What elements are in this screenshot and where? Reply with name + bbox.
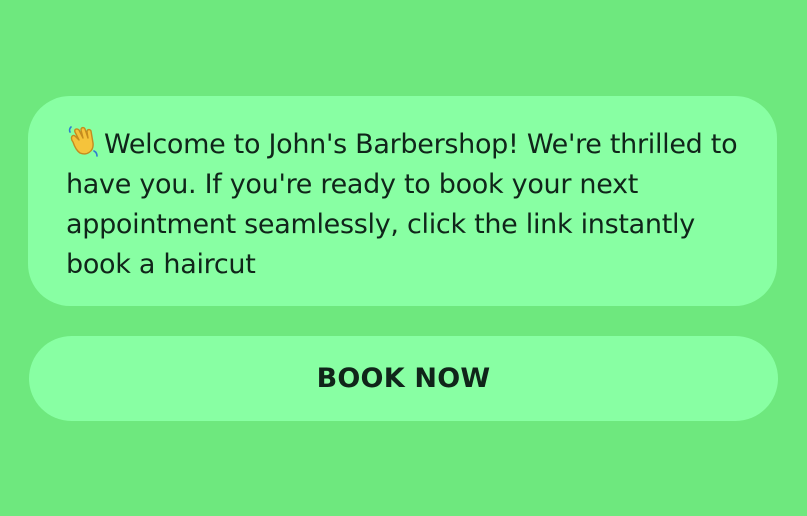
welcome-message-text: Welcome to John's Barbershop! We're thri… — [66, 129, 738, 280]
welcome-message-bubble: Welcome to John's Barbershop! We're thri… — [28, 96, 777, 306]
chat-screen: Welcome to John's Barbershop! We're thri… — [0, 0, 807, 516]
waving-hand-icon — [66, 124, 100, 158]
book-now-button[interactable]: BOOK NOW — [29, 336, 778, 421]
